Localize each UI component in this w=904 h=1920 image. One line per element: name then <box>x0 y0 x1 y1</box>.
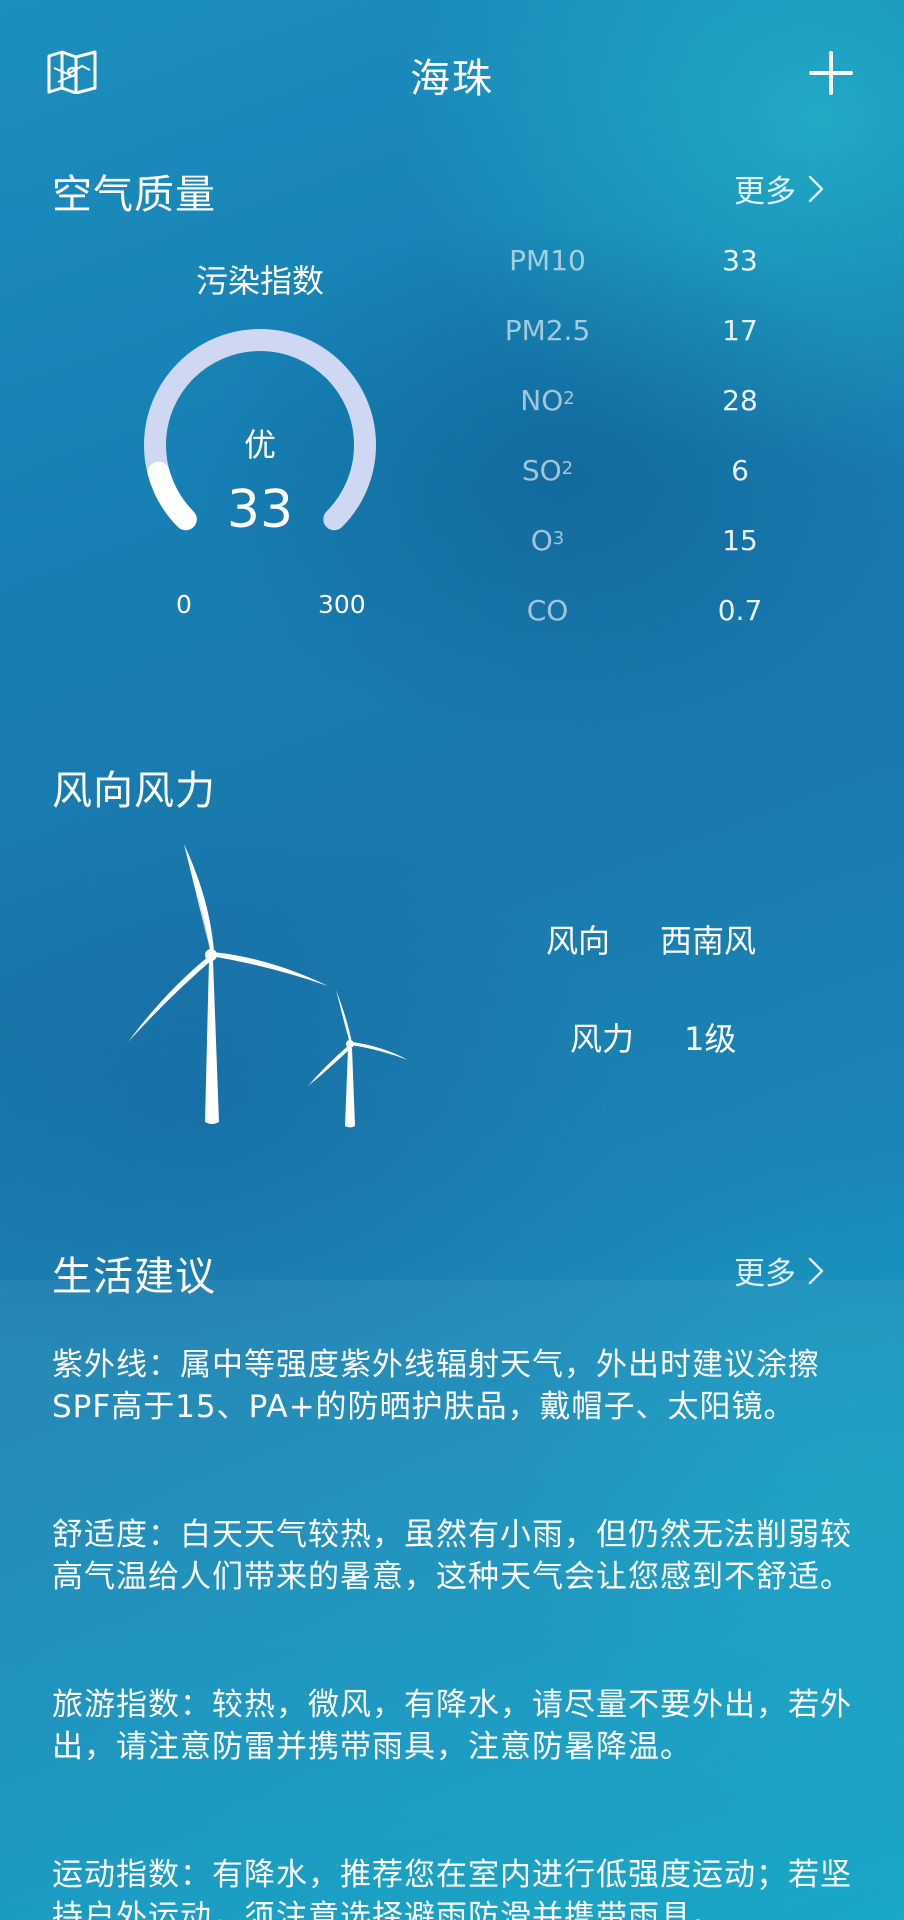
life-advice-more-link[interactable]: 更多 <box>734 1248 824 1293</box>
pollutant-row-pm10: PM10 33 <box>509 244 758 277</box>
advice-uv: 紫外线：属中等强度紫外线辐射天气，外出时建议涂擦SPF高于15、PA+的防晒护肤… <box>52 1347 820 1425</box>
gauge-max-label: 300 <box>318 590 366 619</box>
pollutant-row-co: CO 0.7 <box>526 594 763 627</box>
aqi-level: 优 <box>243 426 276 464</box>
pollutant-row-so2: SO2 6 <box>521 454 749 487</box>
gauge-min-label: 0 <box>176 590 192 619</box>
wind-force-value: 1级 <box>684 1020 737 1058</box>
pollutant-row-no2: NO2 28 <box>520 384 758 417</box>
wind-direction-label: 风向 <box>545 922 610 960</box>
pollutant-row-o3: O3 15 <box>530 524 758 557</box>
chevron-right-icon <box>808 1257 824 1284</box>
wind-direction-value: 西南风 <box>660 922 757 960</box>
wind-force-label: 风力 <box>569 1020 634 1058</box>
more-label: 更多 <box>734 174 796 210</box>
life-advice-title: 生活建议 <box>52 1254 216 1300</box>
aqi-value: 33 <box>226 480 294 540</box>
chevron-right-icon <box>808 175 824 202</box>
plus-icon[interactable] <box>808 50 854 96</box>
air-quality-more-link[interactable]: 更多 <box>734 166 824 211</box>
city-title: 海珠 <box>410 56 494 102</box>
pollutant-row-pm25: PM2.5 17 <box>504 314 758 347</box>
advice-travel: 旅游指数：较热，微风，有降水，请尽量不要外出，若外出，请注意防雷并携带雨具，注意… <box>52 1687 852 1765</box>
advice-comfort: 舒适度：白天天气较热，虽然有小雨，但仍然无法削弱较高气温给人们带来的暑意，这种天… <box>52 1517 852 1595</box>
advice-sport: 运动指数：有降水，推荐您在室内进行低强度运动；若坚持户外运动，须注意选择避雨防滑… <box>52 1857 852 1920</box>
air-quality-title: 空气质量 <box>52 172 216 218</box>
pollution-index-label: 污染指数 <box>195 262 324 300</box>
wind-turbine-icon <box>128 844 408 1128</box>
wind-title: 风向风力 <box>52 768 216 814</box>
more-label: 更多 <box>734 1256 796 1292</box>
